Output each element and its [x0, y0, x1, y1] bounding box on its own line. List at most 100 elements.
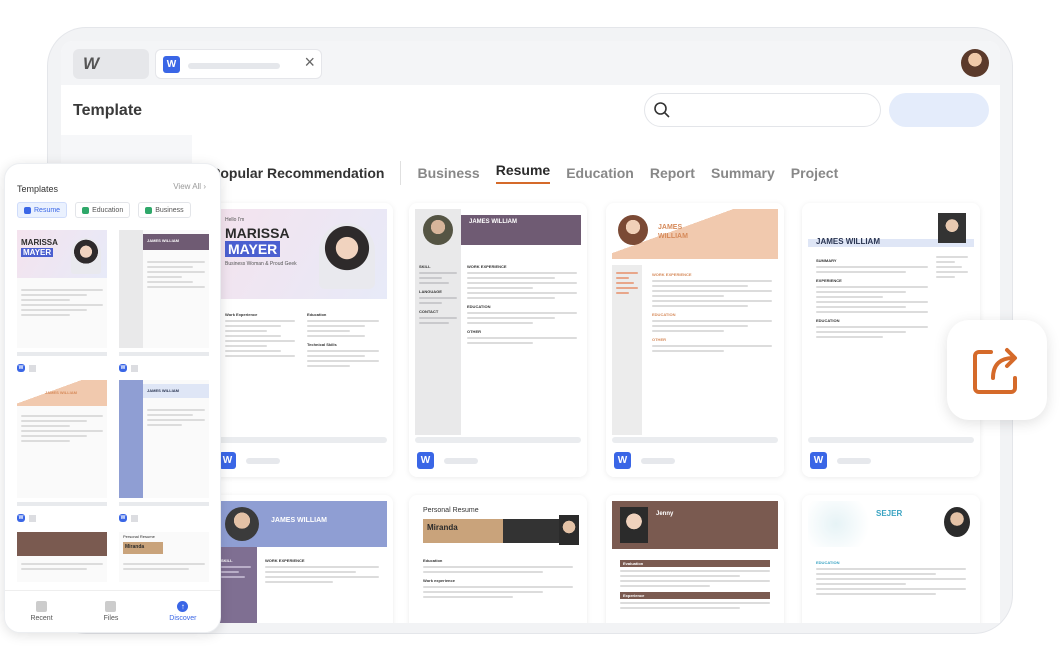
search-button[interactable]	[889, 93, 989, 127]
section-heading: WORK EXPERIENCE	[265, 558, 305, 563]
search-input[interactable]	[644, 93, 881, 127]
resume-icon	[24, 206, 31, 214]
chip-label: Business	[155, 206, 184, 214]
section-heading: SKILL	[419, 264, 431, 269]
section-heading: Work Experience	[225, 312, 258, 317]
section-heading: EDUCATION	[652, 312, 676, 317]
chip-business[interactable]: Business	[138, 202, 191, 218]
document-tab[interactable]: W ×	[155, 49, 322, 79]
tab-resume[interactable]: Resume	[495, 162, 551, 184]
chip-label: Resume	[34, 206, 61, 214]
card-bar	[612, 437, 778, 443]
nav-label: Files	[103, 615, 119, 622]
section-heading: Education	[307, 312, 327, 317]
resume-name-last: MAYER	[21, 248, 54, 257]
resume-name: JAMES WILLIAM	[147, 388, 179, 393]
template-card[interactable]: Personal Resume Miranda Education Work e…	[409, 495, 587, 623]
education-icon	[82, 206, 90, 214]
resume-name: Jenny	[656, 511, 674, 517]
nav-discover[interactable]: ↑ Discover	[169, 601, 197, 622]
tab-title-placeholder	[188, 63, 280, 69]
section-heading: EDUCATION	[816, 560, 840, 565]
template-card[interactable]: JAMES WILLIAM WORK EXPERIENCE EDUCATION …	[606, 203, 784, 477]
nav-label: Discover	[169, 615, 197, 622]
template-thumbnail: JAMES WILLIAM	[119, 230, 209, 348]
writer-icon: W	[119, 514, 127, 522]
resume-name: JAMES WILLIAM	[816, 237, 880, 246]
business-icon	[145, 206, 153, 214]
writer-icon: W	[614, 452, 631, 469]
resume-name-first: MARISSA	[225, 225, 290, 241]
card-meta: W	[417, 452, 478, 469]
card-bar	[415, 437, 581, 443]
section-heading: Work experience	[423, 578, 455, 583]
search-icon	[654, 102, 670, 118]
resume-name: JAMES WILLIAM	[271, 517, 327, 524]
phone-template-card[interactable]	[17, 532, 107, 582]
template-thumbnail: JAMES WILLIAM SKILL LANGUAGE CONTACT WOR…	[415, 209, 581, 435]
nav-files[interactable]: Files	[103, 601, 119, 622]
share-icon	[973, 348, 1017, 394]
tab-summary[interactable]: Summary	[711, 165, 775, 181]
resume-title: Personal Resume	[423, 507, 479, 514]
section-heading: SKILL	[221, 558, 233, 563]
section-heading: WORK EXPERIENCE	[652, 272, 692, 277]
chip-label: Education	[92, 206, 124, 214]
section-heading: CONTACT	[419, 309, 439, 314]
template-card[interactable]: JAMES WILLIAM SKILL WORK EXPERIENCE	[211, 495, 393, 623]
tab-business[interactable]: Business	[417, 165, 479, 181]
divider	[400, 161, 402, 185]
page-header: Template	[61, 85, 1000, 135]
card-meta: W	[219, 452, 280, 469]
template-thumbnail: Hello I'm MARISSA MAYER Business Woman &…	[217, 209, 387, 435]
card-meta: W	[810, 452, 871, 469]
nav-label: Recent	[30, 615, 53, 622]
tab-project[interactable]: Project	[791, 165, 838, 181]
phone-template-card[interactable]: Personal Resume Miranda	[119, 532, 209, 582]
tab-education[interactable]: Education	[566, 165, 634, 181]
nav-recent[interactable]: Recent	[30, 601, 53, 622]
template-thumbnail: MARISSA MAYER	[17, 230, 107, 348]
view-all-label: View All	[173, 182, 202, 191]
template-card[interactable]: JAMES WILLIAM SKILL LANGUAGE CONTACT WOR…	[409, 203, 587, 477]
section-heading: SUMMARY	[816, 258, 837, 263]
profile-photo	[620, 507, 648, 543]
writer-icon: W	[417, 452, 434, 469]
template-thumbnail: JAMES WILLIAM	[17, 380, 107, 498]
chip-education[interactable]: Education	[75, 202, 131, 218]
template-card[interactable]: Jenny Evaluation Experience	[606, 495, 784, 623]
discover-icon: ↑	[177, 601, 189, 612]
section-heading: Evaluation	[620, 560, 770, 567]
chip-resume[interactable]: Resume	[17, 202, 68, 218]
card-meta: W	[614, 452, 675, 469]
home-tab[interactable]: W	[73, 49, 149, 79]
phone-template-card[interactable]: JAMES WILLIAM W	[119, 230, 209, 372]
resume-name: SEJER	[876, 509, 903, 518]
tab-report[interactable]: Report	[650, 165, 695, 181]
writer-icon: W	[17, 514, 25, 522]
phone-template-card[interactable]: MARISSA MAYER W	[17, 230, 107, 372]
phone-template-card[interactable]: JAMES WILLIAM W	[17, 380, 107, 522]
section-heading: EDUCATION	[467, 304, 491, 309]
file-icon	[105, 601, 117, 612]
close-icon[interactable]: ×	[304, 52, 315, 73]
template-thumbnail: SEJER EDUCATION	[808, 501, 974, 623]
profile-photo	[944, 507, 970, 537]
section-heading: EXPERIENCE	[816, 278, 842, 283]
share-button[interactable]	[947, 320, 1047, 420]
resume-name: JAMES WILLIAM	[45, 390, 77, 395]
avatar[interactable]	[961, 49, 989, 77]
template-card[interactable]: SEJER EDUCATION	[802, 495, 980, 623]
template-thumbnail: Jenny Evaluation Experience	[612, 501, 778, 623]
resume-greeting: Hello I'm	[225, 217, 245, 223]
phone-bottom-nav: Recent Files ↑ Discover	[5, 590, 220, 632]
profile-photo	[319, 223, 375, 289]
view-all-link[interactable]: View All ›	[173, 182, 206, 191]
writer-icon: W	[17, 364, 25, 372]
template-thumbnail: Personal Resume Miranda	[119, 532, 209, 582]
phone-device: Templates View All › Resume Education Bu…	[4, 163, 221, 633]
phone-template-card[interactable]: JAMES WILLIAM W	[119, 380, 209, 522]
tab-popular-recommendation[interactable]: Popular Recommendation	[211, 165, 384, 181]
template-card[interactable]: Hello I'm MARISSA MAYER Business Woman &…	[211, 203, 393, 477]
template-thumbnail: JAMES WILLIAM WORK EXPERIENCE EDUCATION …	[612, 209, 778, 435]
